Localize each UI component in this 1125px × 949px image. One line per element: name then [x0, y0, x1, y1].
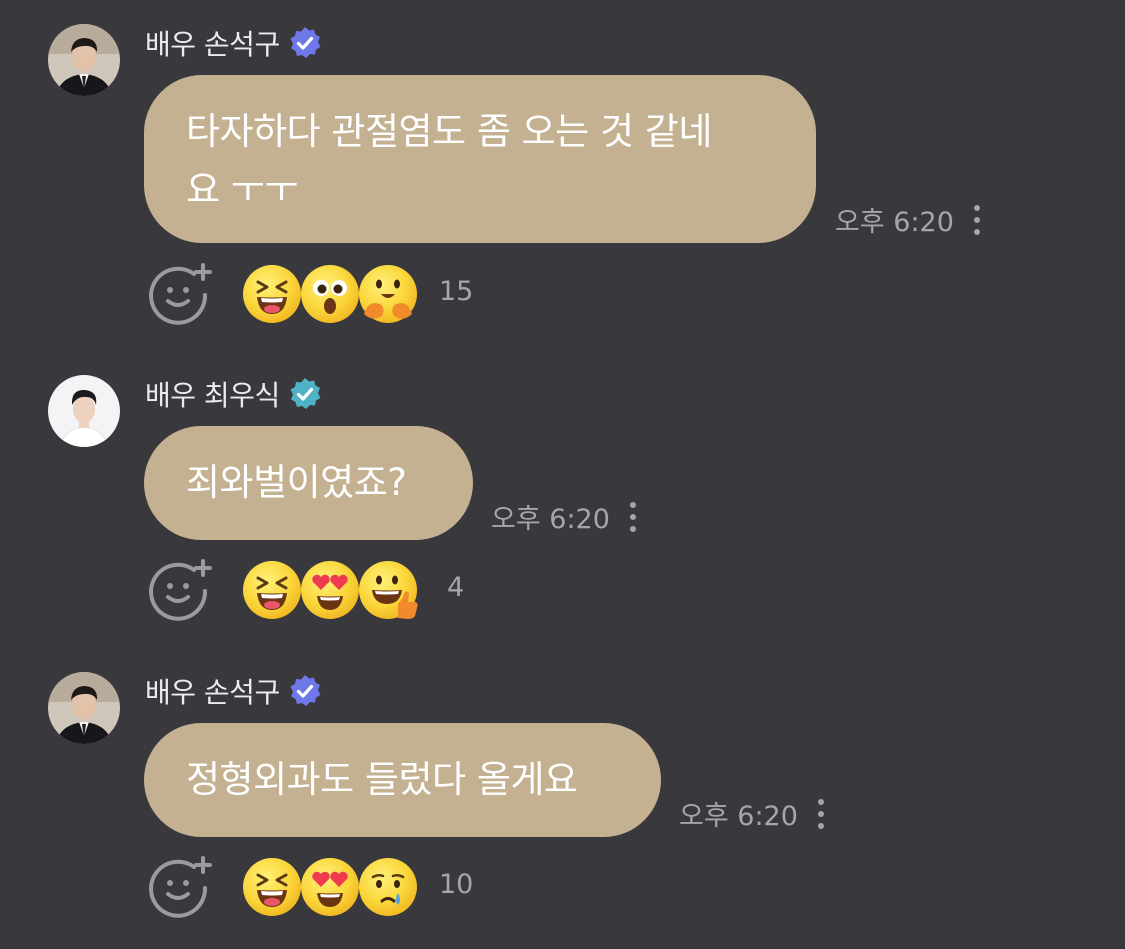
grinning-squint-emoji	[242, 560, 302, 620]
smile-plus-icon[interactable]	[148, 558, 212, 622]
timestamp: 오후 6:20	[835, 207, 954, 238]
reaction-emojis[interactable]	[242, 560, 422, 620]
message-bubble[interactable]: 죄와벌이였죠?	[144, 426, 473, 540]
message-meta: 오후 6:20	[491, 497, 636, 536]
more-vertical-icon[interactable]	[973, 204, 980, 235]
verified-badge-icon	[290, 27, 321, 58]
smile-plus-icon[interactable]	[148, 855, 212, 919]
avatar[interactable]	[48, 375, 120, 447]
reaction-count: 4	[447, 572, 465, 603]
more-vertical-icon[interactable]	[629, 501, 636, 532]
message-text-line-1: 정형외과도 들렀다 올게요	[186, 758, 578, 801]
grinning-squint-emoji	[242, 264, 302, 324]
reaction-count: 15	[439, 276, 474, 307]
thumbs-up-emoji	[358, 560, 418, 619]
author-row: 배우 손석구	[145, 23, 322, 63]
timestamp: 오후 6:20	[679, 801, 798, 832]
heart-eyes-emoji	[300, 560, 360, 620]
message-text-line-2: 요 ㅜㅜ	[186, 168, 298, 211]
message-bubble[interactable]: 타자하다 관절염도 좀 오는 것 같네 요 ㅜㅜ	[144, 75, 816, 243]
author-row: 배우 손석구	[145, 671, 322, 711]
verified-badge-icon	[290, 675, 321, 706]
smile-plus-icon[interactable]	[148, 262, 212, 326]
grinning-squint-emoji	[242, 857, 302, 917]
avatar[interactable]	[48, 672, 120, 744]
avatar[interactable]	[48, 24, 120, 96]
crying-emoji	[358, 857, 418, 917]
hugging-emoji	[358, 264, 418, 324]
message-meta: 오후 6:20	[835, 200, 980, 239]
reaction-emojis[interactable]	[242, 264, 422, 324]
message-bubble[interactable]: 정형외과도 들렀다 올게요	[144, 723, 661, 837]
timestamp: 오후 6:20	[491, 504, 610, 535]
author-row: 배우 최우식	[145, 374, 322, 414]
author-name[interactable]: 배우 최우식	[145, 374, 280, 414]
verified-badge-icon	[290, 378, 321, 409]
avatar-son-image	[48, 24, 120, 96]
more-vertical-icon[interactable]	[817, 798, 824, 829]
avatar-choi-image	[48, 375, 120, 447]
author-name[interactable]: 배우 손석구	[145, 671, 280, 711]
reaction-count: 10	[439, 869, 474, 900]
author-name[interactable]: 배우 손석구	[145, 23, 280, 63]
message-text-line-1: 타자하다 관절염도 좀 오는 것 같네	[186, 110, 712, 153]
message-text-line-1: 죄와벌이였죠?	[186, 461, 407, 504]
avatar-son-image	[48, 672, 120, 744]
heart-eyes-emoji	[300, 857, 360, 917]
reaction-emojis[interactable]	[242, 857, 422, 917]
surprised-emoji	[300, 264, 360, 324]
message-meta: 오후 6:20	[679, 794, 824, 833]
